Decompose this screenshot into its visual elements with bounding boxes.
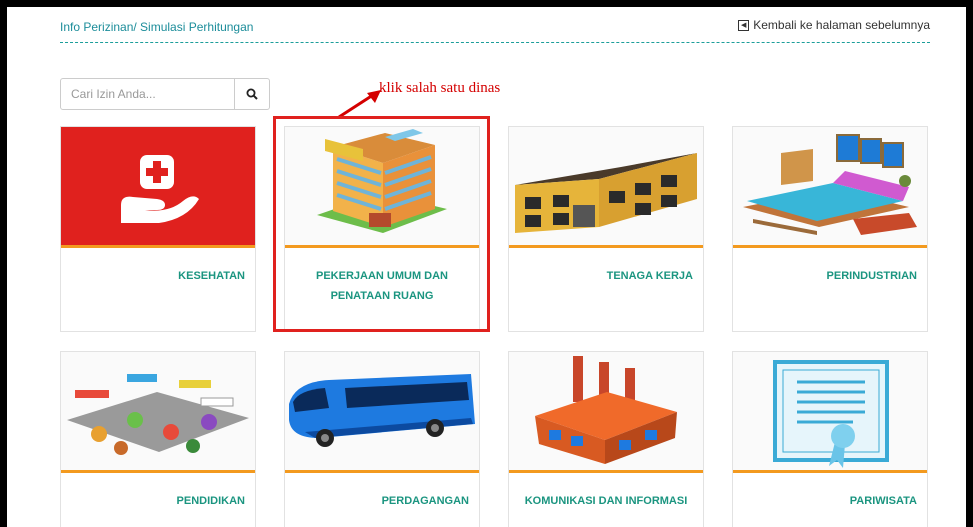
service-label: PERDAGANGAN bbox=[381, 495, 469, 507]
service-label: KESEHATAN bbox=[178, 270, 245, 282]
back-arrow-icon: ◀ bbox=[738, 19, 750, 31]
service-card-tenaga-kerja[interactable]: TENAGA KERJA bbox=[508, 126, 704, 332]
annotation-text: klik salah satu dinas bbox=[379, 80, 501, 96]
service-label: PERINDUSTRIAN bbox=[826, 270, 917, 282]
service-card-pariwisata[interactable]: PARIWISATA bbox=[732, 351, 928, 527]
service-label: TENAGA KERJA bbox=[606, 270, 693, 282]
service-label: KOMUNIKASI DAN INFORMASI bbox=[524, 495, 688, 507]
service-card-perindustrian[interactable]: PERINDUSTRIAN bbox=[732, 126, 928, 332]
breadcrumb[interactable]: Info Perizinan/ Simulasi Perhitungan bbox=[60, 20, 253, 34]
highlight-box bbox=[273, 116, 490, 332]
bedroom-icon bbox=[733, 127, 927, 248]
service-label: PARIWISATA bbox=[849, 495, 917, 507]
health-hand-icon bbox=[61, 127, 255, 248]
top-bar: Info Perizinan/ Simulasi Perhitungan ◀ K… bbox=[60, 16, 930, 43]
service-card-komunikasi[interactable]: KOMUNIKASI DAN INFORMASI bbox=[508, 351, 704, 527]
office-building-icon bbox=[509, 127, 703, 248]
factory-icon bbox=[509, 352, 703, 473]
service-label: PENDIDIKAN bbox=[176, 495, 245, 507]
search-button[interactable] bbox=[234, 79, 269, 109]
search-box bbox=[60, 78, 270, 110]
service-card-perdagangan[interactable]: PERDAGANGAN bbox=[284, 351, 480, 527]
search-icon bbox=[246, 88, 258, 100]
annotation-arrow bbox=[338, 90, 381, 119]
back-link-label: Kembali ke halaman sebelumnya bbox=[753, 18, 930, 32]
market-stalls-icon bbox=[61, 352, 255, 473]
service-card-kesehatan[interactable]: KESEHATAN bbox=[60, 126, 256, 332]
certificate-icon bbox=[733, 352, 927, 473]
page: Info Perizinan/ Simulasi Perhitungan ◀ K… bbox=[7, 7, 966, 527]
search-input[interactable] bbox=[61, 79, 234, 109]
bus-icon bbox=[285, 352, 479, 473]
service-card-pendidikan[interactable]: PENDIDIKAN bbox=[60, 351, 256, 527]
back-link[interactable]: ◀ Kembali ke halaman sebelumnya bbox=[738, 18, 930, 32]
